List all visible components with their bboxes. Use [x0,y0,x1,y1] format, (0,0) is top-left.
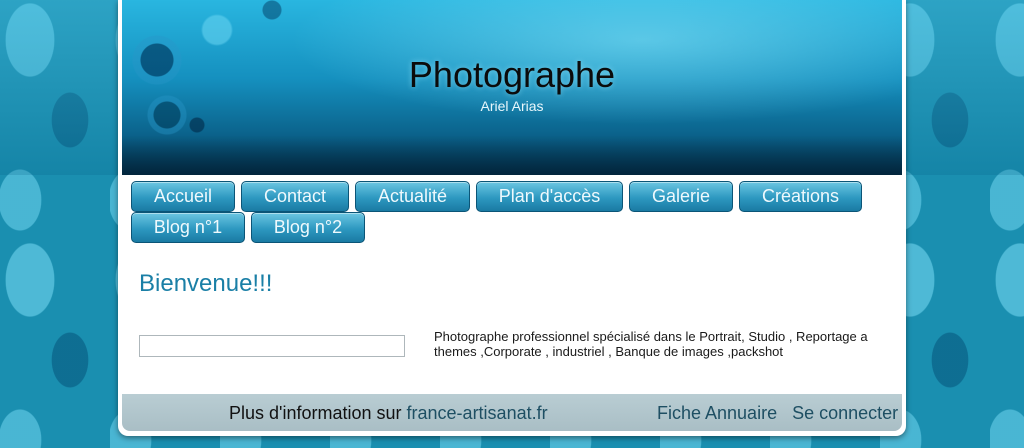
nav-item-accueil[interactable]: Accueil [131,181,235,212]
france-artisanat-link[interactable]: france-artisanat.fr [407,403,548,423]
footer-info: Plus d'information sur france-artisanat.… [229,403,548,424]
site-title: Photographe [408,54,616,95]
footer-links: Fiche Annuaire Se connecter [657,403,898,424]
nav-item-blog-2[interactable]: Blog n°2 [251,212,365,243]
welcome-description: Photographe professionnel spécialisé dan… [434,329,868,359]
nav-item-contact[interactable]: Contact [241,181,349,212]
site-subtitle: Ariel Arias [480,98,544,114]
nav-item-actualite[interactable]: Actualité [355,181,470,212]
fiche-annuaire-link[interactable]: Fiche Annuaire [657,403,777,423]
nav-item-blog-1[interactable]: Blog n°1 [131,212,245,243]
se-connecter-link[interactable]: Se connecter [792,403,898,423]
image-placeholder [139,335,405,357]
page-container: Photographe Ariel Arias Accueil Contact … [118,0,906,436]
nav-item-plan-acces[interactable]: Plan d'accès [476,181,623,212]
footer-info-prefix: Plus d'information sur [229,403,402,423]
nav-item-creations[interactable]: Créations [739,181,862,212]
footer: Plus d'information sur france-artisanat.… [122,394,902,431]
welcome-heading: Bienvenue!!! [139,270,273,297]
nav-item-galerie[interactable]: Galerie [629,181,733,212]
header-banner: Photographe Ariel Arias [122,0,902,175]
